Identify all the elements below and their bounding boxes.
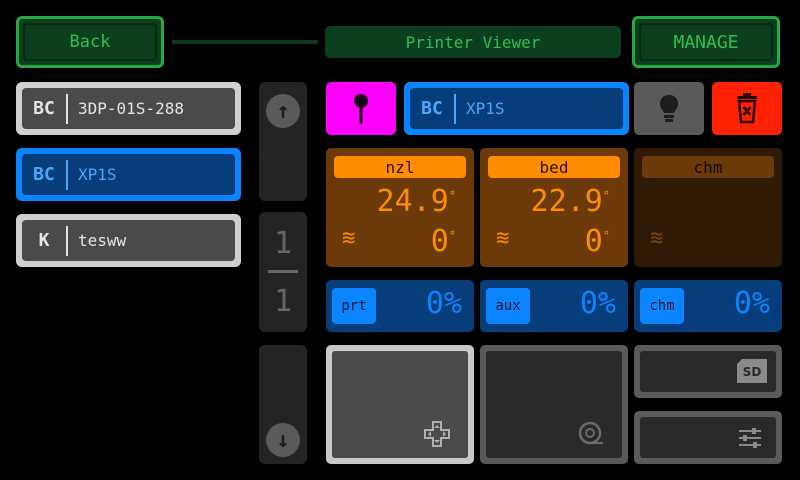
control-tab-button[interactable] — [326, 345, 474, 464]
pin-icon — [354, 94, 368, 124]
page-title: Printer Viewer — [325, 26, 621, 58]
heater-icon: ≋ — [342, 226, 355, 251]
scroll-down-button[interactable]: ↓ — [259, 345, 307, 464]
scroll-up-button[interactable]: ↑ — [259, 82, 307, 201]
temp-label: nzl — [334, 156, 466, 178]
temp-label: bed — [488, 156, 620, 178]
temp-panel-chamber[interactable]: chm ≋ — [634, 148, 782, 267]
total-pages: 1 — [273, 284, 293, 319]
manage-button[interactable]: MANAGE — [632, 16, 780, 68]
fan-panel-chamber[interactable]: chm 0% — [634, 280, 782, 332]
back-button[interactable]: Back — [16, 16, 164, 68]
temp-panel-bed[interactable]: bed 22.9° 0° ≋ — [480, 148, 628, 267]
temp-target: 0° — [430, 224, 456, 259]
filament-spool-icon — [578, 421, 603, 445]
fan-panel-part[interactable]: prt 0% — [326, 280, 474, 332]
lightbulb-icon — [660, 95, 678, 122]
temp-panel-nozzle[interactable]: nzl 24.9° 0° ≋ — [326, 148, 474, 267]
sliders-icon — [739, 428, 761, 448]
temp-target: 0° — [584, 224, 610, 259]
fan-value: 0% — [733, 286, 770, 321]
printer-name: XP1S — [78, 165, 117, 184]
printer-name: XP1S — [466, 99, 505, 118]
printer-list-item-selected[interactable]: BC XP1S — [16, 148, 241, 201]
selected-printer-display: BC XP1S — [404, 82, 629, 135]
svg-text:SD: SD — [743, 365, 762, 379]
heater-icon: ≋ — [650, 226, 663, 251]
printer-list-item[interactable]: K tesww — [16, 214, 241, 267]
fan-value: 0% — [579, 286, 616, 321]
temp-current: 22.9° — [530, 184, 610, 219]
printer-type-tag: BC — [33, 164, 55, 185]
fan-label: chm — [640, 288, 684, 324]
printer-name: tesww — [78, 231, 127, 250]
settings-button[interactable] — [634, 411, 782, 464]
trash-icon — [737, 93, 757, 124]
current-page: 1 — [273, 226, 293, 261]
printer-type-tag: K — [38, 230, 50, 251]
printer-name: 3DP-01S-288 — [78, 99, 184, 118]
temp-label: chm — [642, 156, 774, 178]
dpad-icon — [424, 421, 450, 447]
page-indicator: 1 1 — [259, 212, 307, 332]
temp-current: 24.9° — [376, 184, 456, 219]
light-toggle-button[interactable] — [634, 82, 704, 135]
arrow-down-icon: ↓ — [266, 423, 300, 457]
fan-value: 0% — [425, 286, 462, 321]
sd-card-button[interactable]: SD — [634, 345, 782, 398]
printer-type-tag: BC — [33, 98, 55, 119]
arrow-up-icon: ↑ — [266, 94, 300, 128]
sd-card-icon: SD — [737, 359, 767, 383]
fan-panel-aux[interactable]: aux 0% — [480, 280, 628, 332]
page-divider — [268, 270, 298, 273]
heater-icon: ≋ — [496, 226, 509, 251]
pin-button[interactable] — [326, 82, 396, 135]
fan-label: aux — [486, 288, 530, 324]
delete-button[interactable] — [712, 82, 782, 135]
fan-label: prt — [332, 288, 376, 324]
printer-list-item[interactable]: BC 3DP-01S-288 — [16, 82, 241, 135]
filament-tab-button[interactable] — [480, 345, 628, 464]
printer-type-tag: BC — [421, 98, 443, 119]
header-divider — [172, 40, 318, 44]
